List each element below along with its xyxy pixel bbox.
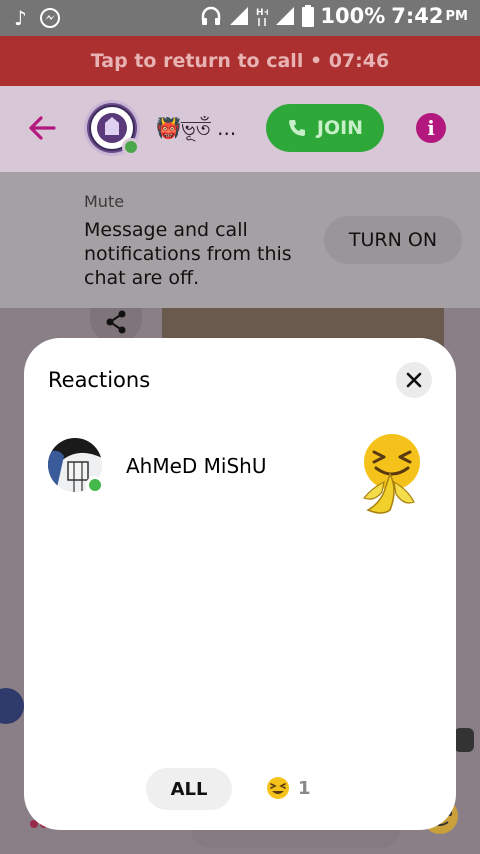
join-call-button[interactable]: JOIN bbox=[266, 104, 384, 152]
reaction-list-item[interactable]: AhMeD MiShU bbox=[24, 432, 456, 522]
close-button[interactable] bbox=[396, 362, 432, 398]
laughing-banana-emoji-icon bbox=[363, 434, 420, 514]
join-label: JOIN bbox=[316, 117, 364, 139]
battery-percent: 100% bbox=[320, 4, 386, 28]
svg-text:H+: H+ bbox=[256, 8, 268, 18]
reaction-tabs: ALL 1 bbox=[24, 768, 456, 810]
battery-icon bbox=[302, 5, 315, 27]
info-icon: i bbox=[427, 116, 435, 140]
return-to-call-text: Tap to return to call • 07:46 bbox=[90, 50, 390, 72]
share-icon bbox=[106, 310, 126, 334]
turn-on-label: TURN ON bbox=[348, 229, 438, 251]
clock-ampm: PM bbox=[445, 8, 468, 24]
mute-message: Message and call notifications from this… bbox=[84, 219, 292, 289]
return-to-call-banner[interactable]: Tap to return to call • 07:46 bbox=[0, 36, 480, 86]
tab-all-label: ALL bbox=[170, 778, 208, 800]
status-bar: ♪ H+ 100% 7:42 PM bbox=[0, 0, 480, 36]
online-status-dot bbox=[86, 476, 104, 494]
music-note-icon: ♪ bbox=[14, 6, 27, 30]
clock-time: 7:42 bbox=[391, 4, 444, 28]
status-right: H+ 100% 7:42 PM bbox=[200, 4, 468, 28]
hplus-icon: H+ bbox=[256, 8, 268, 26]
avatar bbox=[0, 688, 24, 724]
mute-banner: Mute Message and call notifications from… bbox=[0, 172, 480, 308]
signal-icon bbox=[276, 7, 295, 25]
messenger-icon bbox=[39, 8, 60, 28]
mute-label: Mute bbox=[84, 192, 125, 211]
status-left-icons: ♪ bbox=[14, 6, 61, 30]
turn-on-notifications-button[interactable]: TURN ON bbox=[324, 216, 462, 264]
back-arrow-icon[interactable] bbox=[24, 110, 60, 146]
tab-all[interactable]: ALL bbox=[146, 768, 232, 810]
sheet-title: Reactions bbox=[48, 368, 151, 392]
chat-header: 👹ভূতঁ ... JOIN i bbox=[0, 86, 480, 172]
tab-laughing-emoji-icon[interactable] bbox=[266, 776, 290, 800]
phone-icon bbox=[288, 120, 305, 136]
group-active-dot bbox=[122, 138, 140, 156]
signal-icon bbox=[230, 7, 249, 25]
tab-emoji-count[interactable]: 1 bbox=[298, 778, 311, 799]
reactions-sheet: Reactions AhMeD MiShU ALL 1 bbox=[24, 338, 456, 830]
info-button[interactable]: i bbox=[416, 113, 446, 143]
avatar bbox=[454, 728, 474, 752]
chat-title[interactable]: 👹ভূতঁ ... bbox=[156, 114, 236, 147]
reaction-user-name: AhMeD MiShU bbox=[126, 454, 267, 478]
headset-icon bbox=[202, 6, 221, 25]
close-icon bbox=[406, 372, 422, 388]
